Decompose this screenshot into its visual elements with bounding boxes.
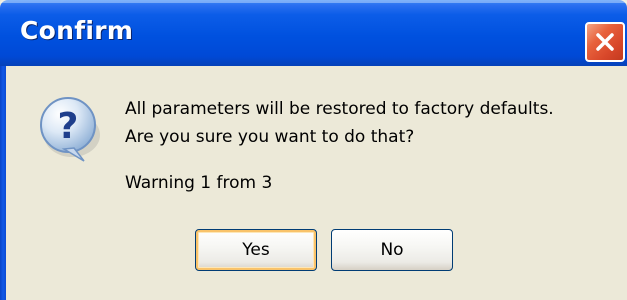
window-left-border xyxy=(0,66,6,300)
close-icon xyxy=(596,33,614,51)
message-line-2: Are you sure you want to do that? xyxy=(125,127,415,147)
yes-button-label: Yes xyxy=(242,240,270,260)
message-text: All parameters will be restored to facto… xyxy=(125,95,554,151)
close-button[interactable] xyxy=(585,22,625,62)
question-icon: ? xyxy=(40,97,100,162)
title-bar[interactable]: Confirm xyxy=(0,0,627,66)
no-button-label: No xyxy=(380,240,404,260)
window-title: Confirm xyxy=(20,16,134,45)
yes-button[interactable]: Yes xyxy=(195,229,317,271)
message-line-1: All parameters will be restored to facto… xyxy=(125,99,554,119)
no-button[interactable]: No xyxy=(331,229,453,271)
confirm-dialog: Confirm ? All parameters will be restore… xyxy=(0,0,627,300)
warning-counter: Warning 1 from 3 xyxy=(125,173,273,193)
svg-text:?: ? xyxy=(58,106,79,147)
